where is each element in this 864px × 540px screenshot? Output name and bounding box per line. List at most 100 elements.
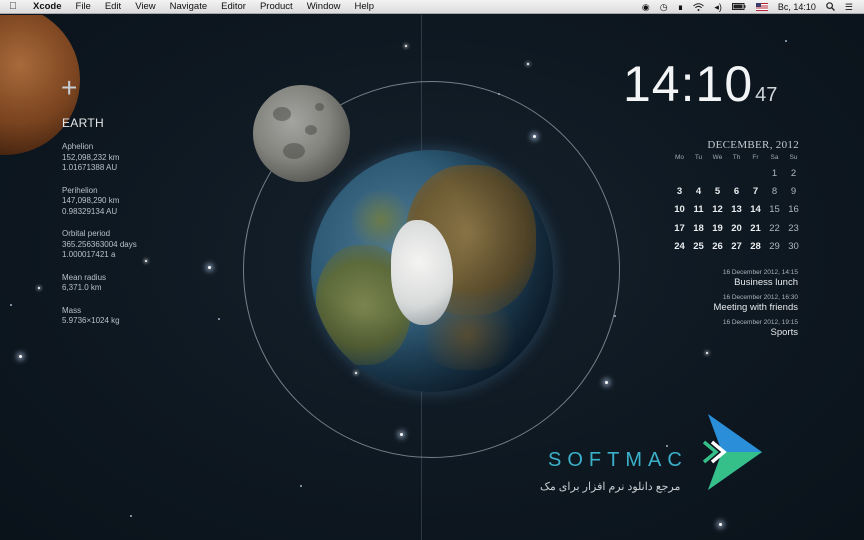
calendar-day[interactable]: 5 — [708, 186, 727, 204]
star — [19, 355, 22, 358]
menu-editor[interactable]: Editor — [214, 0, 253, 14]
calendar-day[interactable]: 14 — [746, 204, 765, 222]
menu-bar:  Xcode File Edit View Navigate Editor P… — [0, 0, 864, 14]
softmac-logo-icon — [702, 414, 762, 490]
calendar-day[interactable]: 21 — [746, 223, 765, 241]
calendar-day[interactable]: 20 — [727, 223, 746, 241]
big-clock: 14:10 47 — [623, 55, 777, 113]
star — [533, 135, 536, 138]
search-icon[interactable] — [821, 2, 840, 11]
menu-view[interactable]: View — [128, 0, 162, 14]
earth-planet[interactable] — [311, 150, 553, 392]
fact-value: 152,098,232 km — [62, 152, 120, 162]
add-button[interactable]: + — [61, 74, 83, 102]
event-item[interactable]: 16 December 2012, 16:30 Meeting with fri… — [650, 294, 798, 313]
fact-label: Aphelion — [62, 142, 94, 151]
weekday-label: Th — [732, 154, 741, 161]
calendar-month: DECEMBER, 2012 — [707, 139, 799, 151]
event-title: Meeting with friends — [713, 302, 798, 313]
fact-value: 365.256363004 days — [62, 239, 137, 249]
event-item[interactable]: 16 December 2012, 14:15 Business lunch — [650, 269, 798, 288]
calendar-day[interactable]: 26 — [708, 241, 727, 259]
calendar-empty-cell — [670, 168, 689, 186]
record-icon[interactable]: ◉ — [637, 0, 655, 14]
star — [527, 63, 529, 65]
fact-orbital-period: Orbital period 365.256363004 days 1.0000… — [62, 229, 162, 261]
calendar-day[interactable]: 3 — [670, 186, 689, 204]
menu-edit[interactable]: Edit — [98, 0, 128, 14]
fact-label: Perihelion — [62, 185, 98, 195]
event-title: Sports — [770, 327, 798, 338]
menu-navigate[interactable]: Navigate — [163, 0, 215, 14]
calendar-day[interactable]: 25 — [689, 241, 708, 259]
star — [405, 45, 407, 47]
menu-app-name[interactable]: Xcode — [26, 0, 69, 14]
calendar-day[interactable]: 1 — [765, 168, 784, 186]
watermark-tagline: مرجع دانلود نرم افزار برای مک — [540, 481, 681, 493]
weekday-label: Fr — [752, 154, 759, 161]
calendar-day[interactable]: 4 — [689, 186, 708, 204]
star — [208, 266, 211, 269]
calendar-day[interactable]: 17 — [670, 223, 689, 241]
fact-perihelion: Perihelion 147,098,290 km 0.98329134 AU — [62, 186, 162, 218]
star — [614, 315, 616, 317]
star — [719, 523, 722, 526]
battery-icon[interactable] — [727, 3, 751, 10]
calendar-day[interactable]: 6 — [727, 186, 746, 204]
star — [355, 372, 357, 374]
calendar-day[interactable]: 19 — [708, 223, 727, 241]
fact-value: 5.9736×1024 kg — [62, 316, 120, 325]
calendar-day[interactable]: 16 — [784, 204, 803, 222]
menu-window[interactable]: Window — [300, 0, 348, 14]
menubar-clock[interactable]: Вс, 14:10 — [773, 0, 821, 14]
calendar-day[interactable]: 2 — [784, 168, 803, 186]
fact-value: 0.98329134 AU — [62, 206, 118, 216]
calendar-day[interactable]: 15 — [765, 204, 784, 222]
calendar-day[interactable]: 13 — [727, 204, 746, 222]
fact-label: Orbital period — [62, 229, 111, 238]
calendar-day[interactable]: 22 — [765, 223, 784, 241]
calendar-day[interactable]: 9 — [784, 186, 803, 204]
menu-file[interactable]: File — [69, 0, 98, 14]
calendar-day[interactable]: 8 — [765, 186, 784, 204]
volume-icon[interactable]: ◂) — [709, 0, 727, 14]
apple-icon[interactable]:  — [0, 1, 26, 12]
event-list: 16 December 2012, 14:15 Business lunch 1… — [650, 269, 798, 344]
fact-mass: Mass 5.9736×1024 kg — [62, 306, 162, 327]
weekday-label: Tu — [694, 154, 703, 161]
fact-aphelion: Aphelion 152,098,232 km 1.01671388 AU — [62, 142, 162, 174]
calendar-day[interactable]: 30 — [784, 241, 803, 259]
fact-value: 6,371.0 km — [62, 283, 102, 292]
star — [605, 381, 608, 384]
list-icon[interactable]: ☰ — [840, 0, 858, 14]
calendar-day[interactable]: 12 — [708, 204, 727, 222]
calendar-day[interactable]: 29 — [765, 241, 784, 259]
event-time: 16 December 2012, 19:15 — [722, 319, 798, 326]
time-machine-icon[interactable]: ◷ — [655, 0, 673, 14]
event-time: 16 December 2012, 16:30 — [722, 294, 798, 301]
calendar-grid: 1 2 3 4 5 6 7 8 9 10 11 12 13 14 15 16 17 18 19 20 21 22 23 24 2… — [670, 168, 803, 259]
event-item[interactable]: 16 December 2012, 19:15 Sports — [650, 319, 798, 338]
star — [10, 304, 12, 306]
status-area: ◉ ◷ ∎ ◂) Вс, 14:10 ☰ — [637, 0, 864, 14]
bluetooth-icon[interactable]: ∎ — [673, 0, 689, 14]
moon[interactable] — [253, 85, 350, 182]
calendar-day[interactable]: 24 — [670, 241, 689, 259]
calendar-empty-cell — [708, 168, 727, 186]
wifi-icon[interactable] — [688, 2, 709, 11]
calendar-day[interactable]: 18 — [689, 223, 708, 241]
fact-label: Mean radius — [62, 272, 107, 282]
calendar-day[interactable]: 23 — [784, 223, 803, 241]
menu-product[interactable]: Product — [253, 0, 300, 14]
calendar-day[interactable]: 11 — [689, 204, 708, 222]
event-title: Business lunch — [734, 277, 798, 288]
calendar-day[interactable]: 7 — [746, 186, 765, 204]
calendar-day[interactable]: 10 — [670, 204, 689, 222]
clock-hours-minutes: 14:10 — [623, 56, 754, 112]
watermark-brand: SOFTMAC — [548, 449, 688, 471]
flag-us-icon[interactable] — [751, 2, 773, 11]
menu-help[interactable]: Help — [348, 0, 382, 14]
calendar-day[interactable]: 28 — [746, 241, 765, 259]
star — [218, 318, 220, 320]
calendar-day[interactable]: 27 — [727, 241, 746, 259]
